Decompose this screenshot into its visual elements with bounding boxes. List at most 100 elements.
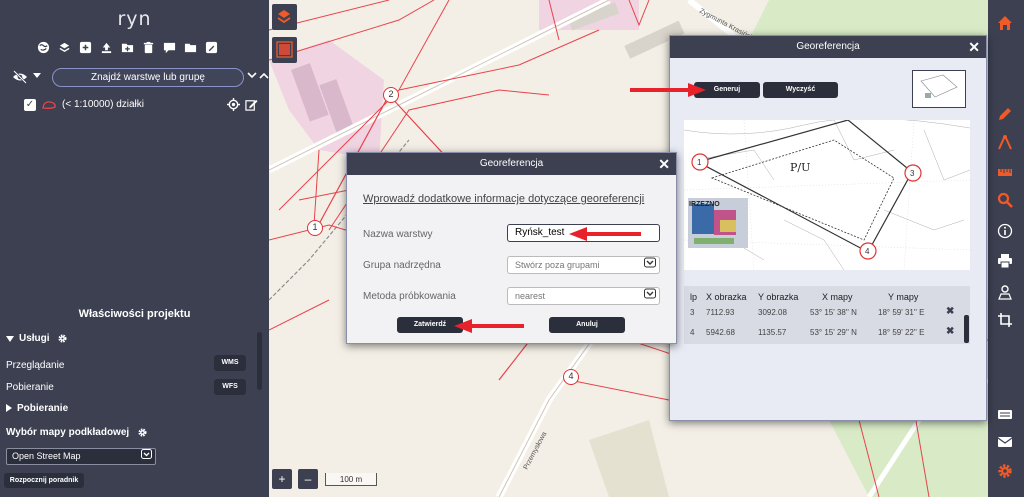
start-tutorial-button[interactable]: Rozpocznij poradnik — [4, 473, 84, 488]
zoom-out-button[interactable]: – — [298, 469, 318, 489]
left-panel-scrollbar[interactable] — [257, 332, 262, 390]
expand-collapse-icon[interactable] — [246, 69, 270, 85]
info-icon[interactable] — [996, 222, 1014, 240]
map-person-icon[interactable] — [996, 283, 1014, 301]
ruler-icon[interactable] — [996, 163, 1014, 181]
parent-group-value: Stwórz poza grupami — [515, 260, 600, 270]
map-point-1[interactable]: 1 — [307, 220, 323, 236]
image-street-label: IRZEZNO — [689, 201, 720, 208]
svg-text:3: 3 — [910, 169, 915, 178]
map-point-2[interactable]: 2 — [383, 87, 399, 103]
project-properties-title: Właściwości projektu — [78, 308, 191, 320]
layer-checkbox[interactable]: ✓ — [24, 99, 36, 111]
info-dialog-heading: Wprowadź dodatkowe informacje dotyczące … — [363, 193, 645, 205]
arrow-annotation-icon — [454, 319, 524, 333]
keyboard-icon[interactable] — [996, 405, 1014, 423]
edit-icon[interactable] — [204, 40, 218, 54]
table-cell: 4 — [690, 328, 695, 337]
layer-item[interactable]: ✓ (< 1:10000) działki — [24, 98, 260, 114]
delete-icon[interactable] — [141, 40, 155, 54]
mail-icon[interactable] — [996, 433, 1014, 451]
cancel-button[interactable]: Anuluj — [549, 317, 625, 333]
gcp-table: lp X obrazka Y obrazka X mapy Y mapy 3 7… — [684, 286, 970, 344]
delete-row-icon[interactable]: ✖ — [946, 306, 954, 317]
parent-group-select[interactable]: Stwórz poza grupami — [507, 256, 660, 274]
basemap-section-header: Wybór mapy podkładowej — [6, 427, 148, 438]
caret-down-icon — [6, 335, 14, 342]
table-header-x-image: X obrazka — [706, 292, 747, 302]
services-header-label: Usługi — [19, 333, 50, 345]
image-thumbnail[interactable] — [912, 70, 966, 108]
table-scrollbar[interactable] — [964, 315, 969, 343]
table-header-x-map: X mapy — [822, 292, 853, 302]
right-toolbar — [988, 0, 1024, 497]
caret-right-icon — [6, 404, 12, 413]
zoom-in-button[interactable]: + — [272, 469, 292, 489]
arrow-annotation-icon — [569, 227, 641, 241]
layer-style-icon — [42, 101, 56, 109]
compass-icon[interactable] — [996, 133, 1014, 151]
folder-icon[interactable] — [183, 40, 197, 54]
image-point-3[interactable]: 3 — [904, 164, 922, 182]
image-point-1[interactable]: 1 — [691, 153, 709, 171]
service-label-browse: Przeglądanie — [6, 360, 65, 371]
services-section-header[interactable]: Usługi — [6, 333, 68, 344]
table-cell: 5942.68 — [706, 328, 735, 337]
edit-layer-icon[interactable] — [245, 98, 258, 111]
close-icon[interactable]: ✕ — [658, 155, 670, 173]
layer-search-input[interactable]: Znajdź warstwę lub grupę — [52, 68, 244, 87]
layers-icon[interactable] — [57, 40, 71, 54]
caret-down-icon[interactable] — [33, 73, 41, 78]
project-title: ryn — [117, 8, 152, 30]
home-icon[interactable] — [996, 14, 1014, 32]
table-header-y-image: Y obrazka — [758, 292, 799, 302]
sampling-method-select[interactable]: nearest — [507, 287, 660, 305]
download-section-header[interactable]: Pobieranie — [6, 403, 68, 414]
comment-icon[interactable] — [162, 40, 176, 54]
parent-group-label: Grupa nadrzędna — [363, 260, 441, 271]
table-cell: 1135.57 — [758, 328, 787, 337]
table-cell: 53° 15' 38'' N — [810, 308, 857, 317]
basemap-select[interactable]: Open Street Map — [6, 448, 156, 465]
search-icon[interactable] — [996, 191, 1014, 209]
left-panel: ryn Znajdź warstwę lub grupę ✓ (< 1:1000… — [0, 0, 269, 497]
add-layer-icon[interactable] — [78, 40, 92, 54]
crop-icon[interactable] — [996, 311, 1014, 329]
table-header-y-map: Y mapy — [888, 292, 919, 302]
wms-button[interactable]: WMS — [214, 355, 246, 371]
svg-text:1: 1 — [697, 158, 702, 167]
wfs-button[interactable]: WFS — [214, 379, 246, 395]
chevron-down-icon — [644, 257, 656, 273]
sampling-method-label: Metoda próbkowania — [363, 291, 456, 302]
sampling-method-value: nearest — [515, 291, 546, 301]
basemap-header-label: Wybór mapy podkładowej — [6, 427, 130, 439]
close-icon[interactable]: ✕ — [968, 38, 980, 56]
georeference-dialog: Georeferencja ✕ Generuj Wyczyść IRZEZNO … — [669, 35, 987, 421]
gear-icon[interactable] — [57, 333, 68, 344]
layer-name-label: Nazwa warstwy — [363, 229, 433, 240]
pencil-icon[interactable] — [996, 105, 1014, 123]
table-cell: 3 — [690, 308, 695, 317]
layer-toolbar — [36, 40, 218, 54]
print-icon[interactable] — [996, 252, 1014, 270]
map-point-4[interactable]: 4 — [563, 369, 579, 385]
delete-row-icon[interactable]: ✖ — [946, 326, 954, 337]
scale-bar: 100 m — [325, 473, 377, 486]
eye-hidden-icon[interactable] — [12, 70, 28, 84]
chevron-down-icon — [644, 288, 656, 304]
globe-icon[interactable] — [36, 40, 50, 54]
raster-preview[interactable]: IRZEZNO P/U 1 3 4 — [683, 117, 971, 271]
locate-icon[interactable] — [227, 98, 240, 111]
gear-icon[interactable] — [137, 427, 148, 438]
clear-button[interactable]: Wyczyść — [763, 82, 838, 98]
georeference-dialog-title: Georeferencja — [670, 36, 986, 58]
svg-text:4: 4 — [865, 247, 870, 256]
service-label-download: Pobieranie — [6, 382, 54, 393]
settings-icon[interactable] — [996, 462, 1014, 480]
info-dialog-title: Georeferencja — [347, 153, 676, 175]
add-folder-icon[interactable] — [120, 40, 134, 54]
upload-icon[interactable] — [99, 40, 113, 54]
table-cell: 18° 59' 31'' E — [878, 308, 925, 317]
layer-label: (< 1:10000) działki — [62, 99, 144, 110]
image-point-4[interactable]: 4 — [859, 242, 877, 260]
